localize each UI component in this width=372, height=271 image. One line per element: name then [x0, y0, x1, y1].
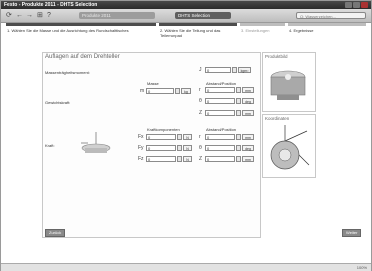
force-r-unit[interactable]: mm [242, 134, 254, 140]
force-z-offset-spinner[interactable] [236, 156, 241, 162]
close-button[interactable] [361, 2, 368, 8]
inertia-unit[interactable]: kgm² [238, 67, 251, 73]
status-bar: 100% [1, 263, 371, 271]
weight-z-input[interactable]: 0 [205, 110, 235, 116]
tab-produkte[interactable]: Produkte 2011 [79, 12, 155, 19]
step-bar-1 [6, 23, 156, 26]
maximize-button[interactable] [353, 2, 360, 8]
mass-header: Masse [147, 81, 159, 86]
inertia-label: Massenträgheitsmoment: [45, 70, 90, 75]
mass-input[interactable]: 0 [146, 88, 174, 94]
force-theta-spinner[interactable] [236, 145, 241, 151]
force-x-unit[interactable]: N [183, 134, 192, 140]
force-header: Kraftkomponenten [147, 127, 180, 132]
step-1-label[interactable]: 1. Wählen Sie die Masse und die Ausricht… [7, 28, 152, 33]
panel-title: Auflagen auf dem Drehteller [45, 54, 120, 60]
back-button[interactable]: Zurück [45, 229, 66, 237]
tab-dhts-selection[interactable]: DHTS Selection [175, 12, 231, 19]
weight-theta-symbol: θ [199, 98, 202, 104]
inertia-symbol: J [199, 67, 202, 73]
coordinate-diagram [270, 125, 310, 170]
force-z-offset-unit[interactable]: mm [242, 156, 254, 162]
force-theta-unit[interactable]: deg [242, 145, 254, 151]
weight-z-unit[interactable]: mm [242, 110, 254, 116]
weight-z-spinner[interactable] [236, 110, 241, 116]
weight-theta-input[interactable]: 0 [205, 98, 235, 104]
inertia-input[interactable]: 0 [205, 67, 231, 73]
force-z-input[interactable]: 0 [146, 156, 176, 162]
refresh-icon[interactable]: ⟳ [6, 11, 12, 20]
mass-symbol: m [140, 88, 145, 94]
weight-theta-unit[interactable]: deg [242, 98, 254, 104]
weight-label: Gewichtskraft: [45, 100, 71, 105]
weight-theta-spinner[interactable] [236, 98, 241, 104]
title-bar: Festo - Produkte 2011 - DHTS Selection [1, 1, 371, 9]
next-button[interactable]: Weiter [342, 229, 362, 237]
weight-r-spinner[interactable] [236, 87, 241, 93]
force-theta-input[interactable]: 0 [205, 145, 235, 151]
weight-r-input[interactable]: 0 [205, 87, 235, 93]
product-image [270, 70, 306, 100]
force-x-symbol: Fx [138, 134, 144, 140]
application-window: Festo - Produkte 2011 - DHTS Selection ⟳… [0, 0, 372, 271]
inertia-spinner[interactable] [232, 67, 237, 73]
bookmark-icon[interactable]: ⊞ [37, 11, 43, 20]
mass-unit[interactable]: kg [181, 88, 191, 94]
force-r-symbol: r [199, 134, 201, 140]
force-y-spinner[interactable] [177, 145, 182, 151]
force-r-input[interactable]: 0 [205, 134, 235, 140]
step-4-label[interactable]: 4. Ergebnisse [289, 28, 313, 33]
step-3-label[interactable]: 3. Einstellungen [241, 28, 269, 33]
back-icon[interactable]: ← [16, 11, 23, 20]
force-z-offset-input[interactable]: 0 [205, 156, 235, 162]
turntable-force-diagram [81, 132, 111, 153]
force-distance-header: Abstand/Position [206, 127, 237, 132]
step-bar-2 [159, 23, 237, 26]
minimize-button[interactable] [345, 2, 352, 8]
weight-z-symbol: Z [199, 110, 203, 116]
force-z-spinner[interactable] [177, 156, 182, 162]
help-icon[interactable]: ? [47, 11, 51, 20]
force-z-symbol: Fz [138, 156, 144, 162]
force-y-unit[interactable]: N [183, 145, 192, 151]
force-y-input[interactable]: 0 [146, 145, 176, 151]
force-z-offset-symbol: Z [199, 156, 203, 162]
search-input[interactable]: Q: Wasserzeichen... [296, 12, 366, 19]
step-2-label[interactable]: 2. Wählen Sie die Teilung und das Teiler… [160, 28, 235, 38]
force-y-symbol: Fy [138, 145, 144, 151]
weight-r-unit[interactable]: mm [242, 87, 254, 93]
toolbar: ⟳ ← → ⊞ ? Produkte 2011 DHTS Selection Q… [1, 9, 371, 23]
force-r-spinner[interactable] [236, 134, 241, 140]
window-title: Festo - Produkte 2011 - DHTS Selection [4, 2, 98, 8]
force-x-input[interactable]: 0 [146, 134, 176, 140]
product-image-title: Produktbild [265, 54, 288, 59]
step-bar-3 [240, 23, 285, 26]
distance-header: Abstand/Position [206, 81, 237, 86]
force-label: Kraft: [45, 143, 55, 148]
mass-spinner[interactable] [175, 88, 180, 94]
force-theta-symbol: θ [199, 145, 202, 151]
weight-r-symbol: r [199, 87, 201, 93]
step-bar-4 [288, 23, 366, 26]
force-x-spinner[interactable] [177, 134, 182, 140]
coordinate-title: Koordinaten [265, 116, 290, 121]
zoom-level[interactable]: 100% [357, 264, 367, 271]
forward-icon[interactable]: → [26, 11, 33, 20]
force-z-unit[interactable]: N [183, 156, 192, 162]
